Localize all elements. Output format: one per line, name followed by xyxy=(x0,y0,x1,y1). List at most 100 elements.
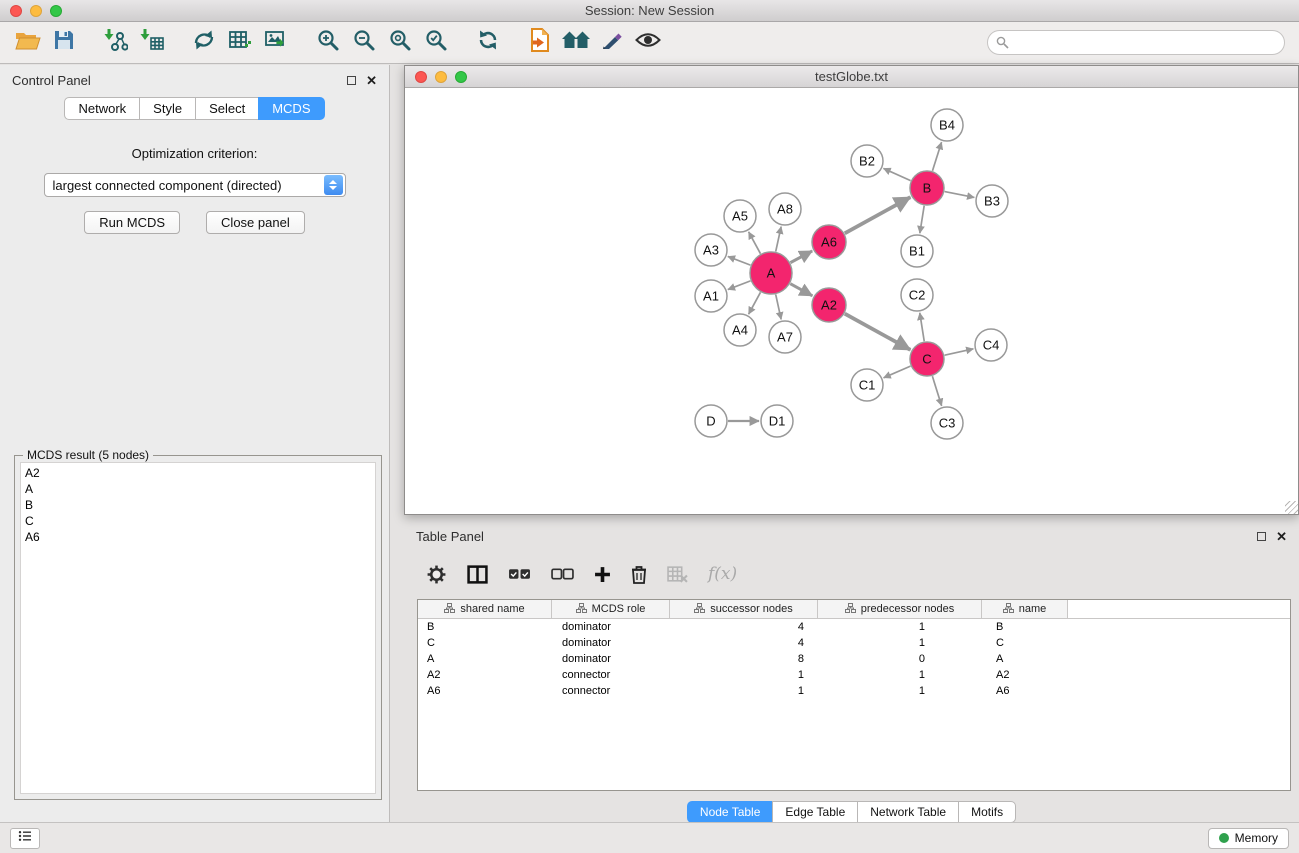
network-zoom-button[interactable] xyxy=(455,71,467,83)
column-header-MCDS-role[interactable]: MCDS role xyxy=(552,600,670,618)
graph-edge-A-A4[interactable] xyxy=(749,292,761,314)
result-item[interactable]: A xyxy=(25,481,371,497)
refresh-button[interactable] xyxy=(470,28,506,58)
table-cell: A2 xyxy=(418,669,552,681)
run-mcds-button[interactable]: Run MCDS xyxy=(84,211,180,234)
save-session-button[interactable] xyxy=(46,28,82,58)
float-panel-icon[interactable] xyxy=(347,76,356,85)
traffic-lights xyxy=(10,5,62,17)
table-cell: A2 xyxy=(982,669,1068,681)
add-column-button[interactable] xyxy=(594,566,611,583)
graph-edge-C-C3[interactable] xyxy=(932,376,941,406)
zoom-selected-button[interactable] xyxy=(418,28,454,58)
show-hide-button[interactable] xyxy=(630,28,666,58)
graph-edge-A-A3[interactable] xyxy=(728,256,751,265)
tab-select[interactable]: Select xyxy=(195,97,259,120)
table-cell: connector xyxy=(552,669,670,681)
graph-edge-B-B3[interactable] xyxy=(945,192,975,198)
graph-edge-A-A8[interactable] xyxy=(776,227,781,252)
graph-edge-A-A1[interactable] xyxy=(728,281,751,290)
table-row[interactable]: Bdominator41B xyxy=(418,619,1290,635)
result-item[interactable]: C xyxy=(25,513,371,529)
float-table-panel-icon[interactable] xyxy=(1257,532,1266,541)
close-table-panel-icon[interactable]: ✕ xyxy=(1276,530,1287,543)
export-image-icon xyxy=(264,29,288,56)
network-close-button[interactable] xyxy=(415,71,427,83)
tab-edge-table[interactable]: Edge Table xyxy=(772,801,858,823)
annotation-pen-button[interactable] xyxy=(594,28,630,58)
criterion-select[interactable]: largest connected component (directed) xyxy=(44,173,346,197)
graph-edge-C-C4[interactable] xyxy=(945,349,974,355)
task-history-button[interactable] xyxy=(10,828,40,849)
close-panel-button[interactable]: Close panel xyxy=(206,211,305,234)
column-header-predecessor-nodes[interactable]: predecessor nodes xyxy=(818,600,982,618)
network-minimize-button[interactable] xyxy=(435,71,447,83)
select-all-button[interactable] xyxy=(508,568,531,580)
table-row[interactable]: A6connector11A6 xyxy=(418,683,1290,699)
table-cell: A6 xyxy=(982,685,1068,697)
table-row[interactable]: A2connector11A2 xyxy=(418,667,1290,683)
zoom-out-button[interactable] xyxy=(346,28,382,58)
new-table-button[interactable] xyxy=(222,28,258,58)
column-header-name[interactable]: name xyxy=(982,600,1068,618)
graph-edge-B-B4[interactable] xyxy=(932,142,941,171)
zoom-window-button[interactable] xyxy=(50,5,62,17)
zoom-in-button[interactable] xyxy=(310,28,346,58)
table-panel-title: Table Panel xyxy=(416,529,484,544)
import-table-button[interactable] xyxy=(134,28,170,58)
column-header-successor-nodes[interactable]: successor nodes xyxy=(670,600,818,618)
zoom-fit-button[interactable] xyxy=(382,28,418,58)
import-network-button[interactable] xyxy=(98,28,134,58)
minimize-window-button[interactable] xyxy=(30,5,42,17)
table-row[interactable]: Cdominator41C xyxy=(418,635,1290,651)
graph-node-label: A5 xyxy=(732,209,748,224)
graph-edge-A-A6[interactable] xyxy=(790,251,812,263)
tab-mcds[interactable]: MCDS xyxy=(258,97,324,120)
task-list-icon xyxy=(18,829,32,847)
open-recent-button[interactable] xyxy=(522,28,558,58)
tab-network-table[interactable]: Network Table xyxy=(857,801,959,823)
resize-grip[interactable] xyxy=(1285,501,1298,514)
graph-edge-C-C2[interactable] xyxy=(920,313,924,341)
graph-node-label: B1 xyxy=(909,244,925,259)
delete-table-button[interactable] xyxy=(667,566,688,583)
deselect-all-button[interactable] xyxy=(551,568,574,580)
tab-node-table[interactable]: Node Table xyxy=(687,801,774,823)
table-cell: 8 xyxy=(670,653,818,665)
open-session-button[interactable] xyxy=(10,28,46,58)
table-row[interactable]: Adominator80A xyxy=(418,651,1290,667)
first-neighbors-button[interactable] xyxy=(558,28,594,58)
control-panel-title: Control Panel xyxy=(12,73,91,88)
graph-edge-C-C1[interactable] xyxy=(884,366,911,378)
memory-button[interactable]: Memory xyxy=(1208,828,1289,849)
graph-edge-A-A2[interactable] xyxy=(790,284,812,296)
result-item[interactable]: A2 xyxy=(25,465,371,481)
close-panel-icon[interactable]: ✕ xyxy=(366,74,377,87)
tab-network[interactable]: Network xyxy=(64,97,140,120)
show-columns-button[interactable] xyxy=(467,565,488,584)
function-builder-button[interactable]: f(x) xyxy=(708,564,737,584)
graph-edge-A-A5[interactable] xyxy=(749,232,761,254)
tab-motifs[interactable]: Motifs xyxy=(958,801,1016,823)
graph-edge-A-A7[interactable] xyxy=(776,294,781,319)
table-cell: 1 xyxy=(818,637,982,649)
result-item[interactable]: A6 xyxy=(25,529,371,545)
graph-edge-B-B2[interactable] xyxy=(883,168,910,180)
delete-column-button[interactable] xyxy=(631,565,647,584)
close-window-button[interactable] xyxy=(10,5,22,17)
network-canvas[interactable]: B4B2BB3A5A8A6A3B1AA1C2A2A4A7C4CC1C3DD1 xyxy=(405,89,1298,514)
table-settings-button[interactable] xyxy=(426,564,447,585)
export-image-button[interactable] xyxy=(258,28,294,58)
tab-style[interactable]: Style xyxy=(139,97,196,120)
zoom-fit-icon xyxy=(388,28,412,57)
graph-node-label: C3 xyxy=(939,416,956,431)
column-header-shared-name[interactable]: shared name xyxy=(418,600,552,618)
graph-edge-A2-C[interactable] xyxy=(845,314,911,350)
search-input[interactable] xyxy=(987,30,1285,55)
graph-edge-B-B1[interactable] xyxy=(920,206,924,233)
clone-network-button[interactable] xyxy=(186,28,222,58)
graph-node-label: C4 xyxy=(983,338,1000,353)
graph-edge-A6-B[interactable] xyxy=(845,197,911,233)
result-item[interactable]: B xyxy=(25,497,371,513)
sort-icon xyxy=(694,603,705,616)
